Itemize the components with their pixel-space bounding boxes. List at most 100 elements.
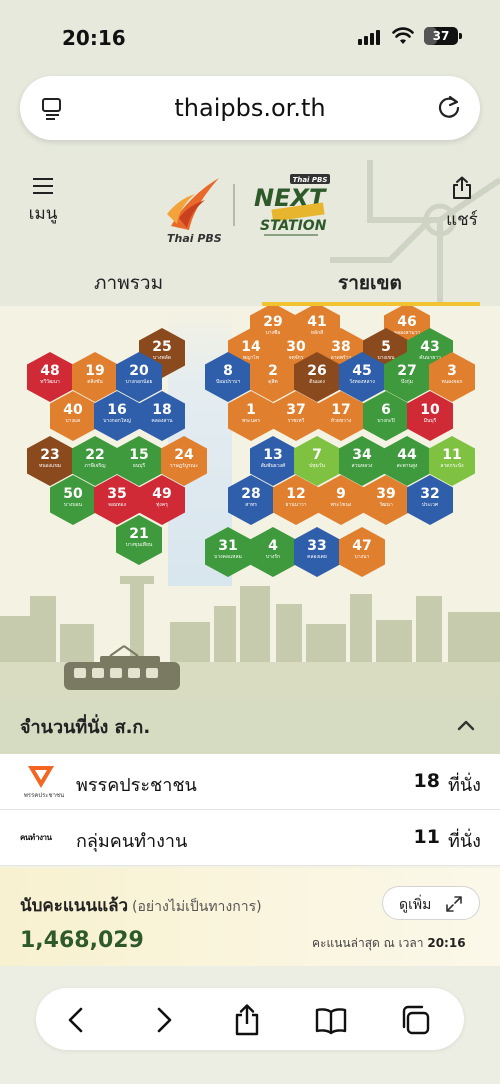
svg-text:Thai PBS: Thai PBS — [293, 176, 328, 184]
chevron-up-icon[interactable] — [456, 718, 476, 732]
district-number: 49 — [152, 486, 172, 502]
see-more-button[interactable]: ดูเพิ่ม — [382, 886, 480, 920]
district-name: บางกอกน้อย — [125, 379, 153, 385]
share-icon — [235, 1004, 259, 1036]
status-time: 20:16 — [62, 26, 126, 50]
back-button[interactable] — [60, 1003, 94, 1037]
district-number: 46 — [397, 314, 417, 330]
district-name: ตลิ่งชัน — [87, 379, 103, 385]
share-sheet-button[interactable] — [230, 1003, 264, 1037]
reload-icon[interactable] — [436, 94, 462, 120]
total-votes-counted: 1,468,029 — [20, 928, 144, 953]
district-name: ยานนาวา — [285, 502, 307, 508]
district-name: ทวีวัฒนา — [40, 379, 60, 385]
menu-label: เมนู — [28, 204, 58, 224]
district-number: 24 — [174, 447, 194, 463]
district-name: ราษฎร์บูรณะ — [169, 463, 198, 469]
vote-counter: นับคะแนนแล้ว (อย่างไม่เป็นทางการ) ดูเพิ่ม… — [0, 868, 500, 966]
district-number: 19 — [85, 363, 105, 379]
district-hex[interactable]: 18 คลองสาน — [139, 391, 185, 441]
share-label: แชร์ — [446, 210, 478, 230]
district-name: วังทองหลาง — [349, 379, 375, 385]
district-name: ห้วยขวาง — [330, 418, 352, 424]
district-number: 50 — [63, 486, 83, 502]
district-name: ราชเทวี — [287, 418, 305, 424]
district-name: คลองเตย — [307, 554, 327, 560]
district-number: 7 — [312, 447, 322, 463]
district-number: 39 — [376, 486, 396, 502]
url-domain[interactable]: thaipbs.or.th — [20, 94, 480, 122]
district-number: 29 — [263, 314, 283, 330]
district-number: 12 — [286, 486, 306, 502]
district-number: 9 — [336, 486, 346, 502]
district-number: 20 — [129, 363, 149, 379]
district-name: จอมทอง — [108, 502, 126, 508]
party-row[interactable]: พรรคประชาชน พรรคประชาชน 18 ที่นั่ง — [0, 754, 500, 810]
menu-button[interactable]: เมนู — [18, 178, 68, 227]
party-logo-caption: พรรคประชาชน — [23, 792, 65, 799]
tabs-icon — [402, 1005, 430, 1035]
district-name: บางรัก — [265, 554, 281, 560]
view-tabs: ภาพรวม รายเขต — [0, 260, 500, 306]
district-number: 14 — [241, 339, 261, 355]
district-number: 37 — [286, 402, 306, 418]
tabs-button[interactable] — [398, 1003, 432, 1037]
district-hex[interactable]: 21 บางขุนเทียน — [116, 515, 162, 565]
district-name: พระโขนง — [330, 502, 352, 508]
seat-panel-header[interactable]: จำนวนที่นั่ง ส.ก. — [0, 698, 500, 754]
svg-text:STATION: STATION — [260, 218, 327, 234]
district-number: 26 — [307, 363, 327, 379]
toolbar-pill — [36, 988, 464, 1050]
district-number: 6 — [381, 402, 391, 418]
district-hex[interactable]: 31 บางคอแหลม — [205, 527, 251, 577]
thai-pbs-logo[interactable] — [165, 174, 221, 232]
district-name: หนองจอก — [441, 379, 463, 385]
district-name: บางขุนเทียน — [125, 542, 153, 548]
address-bar[interactable]: thaipbs.or.th — [20, 76, 480, 140]
vote-counter-title: นับคะแนนแล้ว (อย่างไม่เป็นทางการ) — [20, 892, 262, 919]
district-hex-grid: 29 บางซื่อ 41 หลักสี่ 46 คลองสามวา 25 บางพลัด 14… — [0, 306, 500, 698]
district-name: สาทร — [245, 502, 257, 508]
tab-district[interactable]: รายเขต — [338, 268, 402, 298]
forward-button[interactable] — [146, 1003, 180, 1037]
district-number: 4 — [268, 538, 278, 554]
district-number: 30 — [286, 339, 306, 355]
district-hex[interactable]: 33 คลองเตย — [294, 527, 340, 577]
district-hex[interactable]: 48 ทวีวัฒนา — [27, 352, 73, 402]
district-hex[interactable]: 4 บางรัก — [250, 527, 296, 577]
chevron-left-icon — [68, 1007, 83, 1033]
district-name: บางแค — [65, 418, 81, 424]
seat-panel-title: จำนวนที่นั่ง ส.ก. — [20, 717, 151, 738]
district-number: 18 — [152, 402, 172, 418]
share-button[interactable]: แชร์ — [440, 176, 484, 233]
district-name: คลองสาน — [151, 418, 173, 424]
party-name: พรรคประชาชน — [76, 775, 197, 796]
district-number: 8 — [223, 363, 233, 379]
district-name: ป้อมปราบฯ — [215, 379, 241, 385]
next-station-logo[interactable]: Thai PBS NEXT STATION — [248, 172, 334, 238]
bookmarks-button[interactable] — [314, 1003, 348, 1037]
chevron-right-icon — [157, 1007, 172, 1033]
party-row[interactable]: คนทำงาน กลุ่มคนทำงาน 11 ที่นั่ง — [0, 810, 500, 866]
tab-overview[interactable]: ภาพรวม — [94, 268, 163, 298]
district-number: 21 — [129, 526, 149, 542]
district-number: 3 — [447, 363, 457, 379]
district-hex[interactable]: 23 หนองแขม — [27, 436, 73, 486]
district-number: 31 — [218, 538, 238, 554]
district-name: สัมพันธวงศ์ — [260, 463, 286, 469]
status-bar: 20:16 37 — [0, 0, 500, 70]
district-name: พระนคร — [241, 418, 261, 424]
district-number: 28 — [241, 486, 261, 502]
district-name: ธนบุรี — [132, 463, 146, 469]
district-map: 29 บางซื่อ 41 หลักสี่ 46 คลองสามวา 25 บางพลัด 14… — [0, 306, 500, 698]
district-hex[interactable]: 47 บางนา — [339, 527, 385, 577]
district-name: หนองแขม — [38, 463, 62, 469]
district-number: 23 — [40, 447, 60, 463]
expand-icon — [446, 896, 462, 912]
book-icon — [315, 1008, 347, 1035]
district-number: 44 — [397, 447, 417, 463]
district-name: บางคอแหลม — [214, 554, 242, 560]
district-number: 25 — [152, 339, 172, 355]
district-number: 10 — [420, 402, 440, 418]
party-seat-count: 11 — [413, 826, 440, 848]
